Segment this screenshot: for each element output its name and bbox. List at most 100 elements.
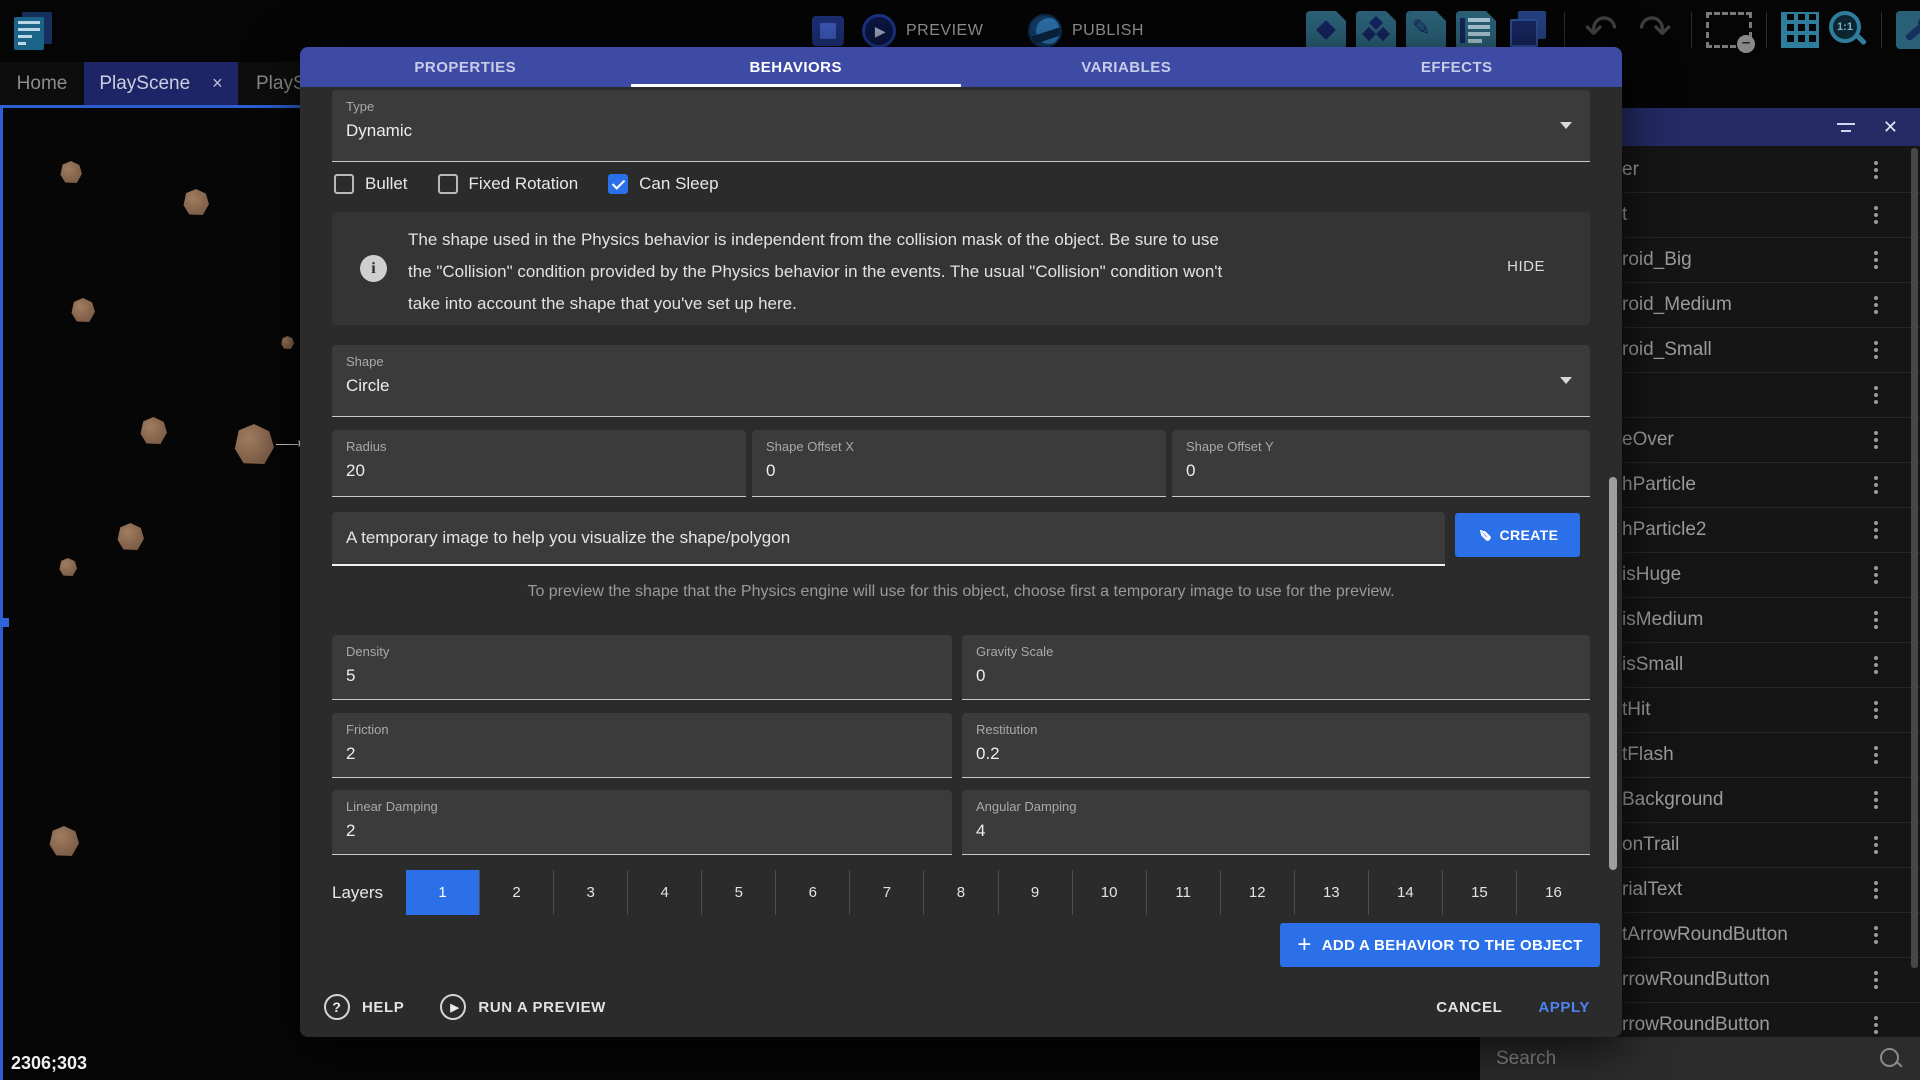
search-input[interactable] — [1480, 1047, 1878, 1071]
redo-icon[interactable]: ↷ — [1633, 13, 1677, 47]
close-icon[interactable]: × — [212, 73, 223, 94]
asteroid-object[interactable] — [71, 298, 95, 322]
layer-cell[interactable]: 7 — [849, 870, 923, 915]
kebab-menu-icon[interactable] — [1870, 1012, 1882, 1038]
layer-cell[interactable]: 3 — [553, 870, 627, 915]
physics-checkbox-item[interactable]: Can Sleep — [608, 174, 718, 194]
temporary-image-field[interactable]: A temporary image to help you visualize … — [332, 512, 1445, 566]
tab-effects[interactable]: EFFECTS — [1292, 47, 1623, 87]
kebab-menu-icon[interactable] — [1870, 742, 1882, 768]
layer-cell[interactable]: 2 — [479, 870, 553, 915]
close-panel-icon[interactable]: ✕ — [1883, 117, 1898, 138]
kebab-menu-icon[interactable] — [1870, 697, 1882, 723]
layer-cell[interactable]: 15 — [1442, 870, 1516, 915]
kebab-menu-icon[interactable] — [1870, 427, 1882, 453]
layer-cell[interactable]: 5 — [701, 870, 775, 915]
asteroid-object[interactable] — [60, 161, 82, 183]
layer-cell[interactable]: 12 — [1220, 870, 1294, 915]
layer-cell[interactable]: 16 — [1516, 870, 1590, 915]
layer-cell[interactable]: 6 — [775, 870, 849, 915]
gravity-scale-field[interactable]: Gravity Scale 0 — [962, 635, 1590, 700]
properties-list-icon[interactable] — [1456, 11, 1496, 49]
angular-damping-field[interactable]: Angular Damping 4 — [962, 790, 1590, 855]
asteroid-object[interactable] — [281, 336, 294, 349]
checkbox-icon[interactable] — [334, 174, 354, 194]
asteroid-object[interactable] — [59, 558, 77, 576]
linear-damping-field[interactable]: Linear Damping 2 — [332, 790, 952, 855]
undo-icon[interactable]: ↶ — [1579, 13, 1623, 47]
layer-cell[interactable]: 13 — [1294, 870, 1368, 915]
cancel-button[interactable]: CANCEL — [1436, 999, 1502, 1016]
tab-behaviors[interactable]: BEHAVIORS — [631, 47, 962, 87]
kebab-menu-icon[interactable] — [1870, 562, 1882, 588]
kebab-menu-icon[interactable] — [1870, 337, 1882, 363]
add-behavior-button[interactable]: + ADD A BEHAVIOR TO THE OBJECT — [1280, 923, 1600, 967]
zoom-1-1-icon[interactable]: 1:1 — [1829, 11, 1867, 49]
edit-scene-icon[interactable]: ✎ — [1406, 11, 1446, 49]
layer-cell[interactable]: 10 — [1072, 870, 1146, 915]
layer-cell[interactable]: 8 — [923, 870, 997, 915]
kebab-menu-icon[interactable] — [1870, 157, 1882, 183]
shape-select[interactable]: Shape Circle — [332, 345, 1590, 417]
layer-cell[interactable]: 4 — [627, 870, 701, 915]
tab-home[interactable]: Home — [0, 62, 84, 105]
kebab-menu-icon[interactable] — [1870, 292, 1882, 318]
panel-scrollbar[interactable] — [1911, 148, 1918, 968]
asteroid-object[interactable] — [140, 417, 167, 444]
radius-field[interactable]: Radius 20 — [332, 430, 746, 497]
layers-icon[interactable] — [1506, 11, 1550, 49]
asteroid-object[interactable] — [117, 523, 144, 550]
type-select[interactable]: Type Dynamic — [332, 90, 1590, 162]
project-manager-icon[interactable] — [14, 10, 54, 50]
kebab-menu-icon[interactable] — [1870, 202, 1882, 228]
kebab-menu-icon[interactable] — [1870, 877, 1882, 903]
checkbox-icon[interactable] — [608, 174, 628, 194]
preview-button[interactable]: ▶ PREVIEW — [862, 12, 983, 50]
physics-checkbox-item[interactable]: Fixed Rotation — [438, 174, 579, 194]
grid-icon[interactable] — [1781, 12, 1819, 48]
kebab-menu-icon[interactable] — [1870, 247, 1882, 273]
physics-checkbox-item[interactable]: Bullet — [334, 174, 408, 194]
help-button[interactable]: ? HELP — [324, 994, 404, 1020]
create-button[interactable]: ✎ CREATE — [1455, 513, 1580, 557]
clear-selection-icon[interactable] — [1706, 12, 1752, 48]
friction-field[interactable]: Friction 2 — [332, 713, 952, 778]
kebab-menu-icon[interactable] — [1870, 652, 1882, 678]
objects-group-icon[interactable] — [1356, 11, 1396, 49]
density-field[interactable]: Density 5 — [332, 635, 952, 700]
kebab-menu-icon[interactable] — [1870, 967, 1882, 993]
layer-cell[interactable]: 14 — [1368, 870, 1442, 915]
restitution-field[interactable]: Restitution 0.2 — [962, 713, 1590, 778]
asteroid-object-selected[interactable] — [234, 424, 274, 464]
layer-cell[interactable]: 11 — [1146, 870, 1220, 915]
debug-icon[interactable] — [812, 16, 844, 46]
kebab-menu-icon[interactable] — [1870, 607, 1882, 633]
kebab-menu-icon[interactable] — [1870, 382, 1882, 408]
kebab-menu-icon[interactable] — [1870, 922, 1882, 948]
object-icon[interactable] — [1306, 11, 1346, 49]
checkbox-icon[interactable] — [438, 174, 458, 194]
hide-button[interactable]: HIDE — [1507, 258, 1545, 275]
shape-offset-x-field[interactable]: Shape Offset X 0 — [752, 430, 1166, 497]
scene-settings-icon[interactable] — [1896, 11, 1920, 49]
kebab-menu-icon[interactable] — [1870, 832, 1882, 858]
kebab-menu-icon[interactable] — [1870, 472, 1882, 498]
add-behavior-label: ADD A BEHAVIOR TO THE OBJECT — [1322, 937, 1583, 954]
field-label: Restitution — [976, 722, 1037, 737]
run-preview-button[interactable]: ▶ RUN A PREVIEW — [440, 994, 606, 1020]
kebab-menu-icon[interactable] — [1870, 517, 1882, 543]
search-icon[interactable] — [1878, 1046, 1904, 1072]
shape-offset-y-field[interactable]: Shape Offset Y 0 — [1172, 430, 1590, 497]
dialog-scrollbar[interactable] — [1609, 477, 1617, 870]
publish-button[interactable]: PUBLISH — [1028, 12, 1144, 50]
layer-cell[interactable]: 9 — [998, 870, 1072, 915]
filter-icon[interactable] — [1837, 123, 1855, 132]
layer-cell[interactable]: 1 — [406, 870, 479, 915]
tab-variables[interactable]: VARIABLES — [961, 47, 1292, 87]
tab-properties[interactable]: PROPERTIES — [300, 47, 631, 87]
asteroid-object[interactable] — [49, 826, 79, 856]
asteroid-object[interactable] — [183, 189, 209, 215]
tab-playscene[interactable]: PlayScene × — [84, 62, 238, 105]
kebab-menu-icon[interactable] — [1870, 787, 1882, 813]
apply-button[interactable]: APPLY — [1538, 999, 1590, 1016]
